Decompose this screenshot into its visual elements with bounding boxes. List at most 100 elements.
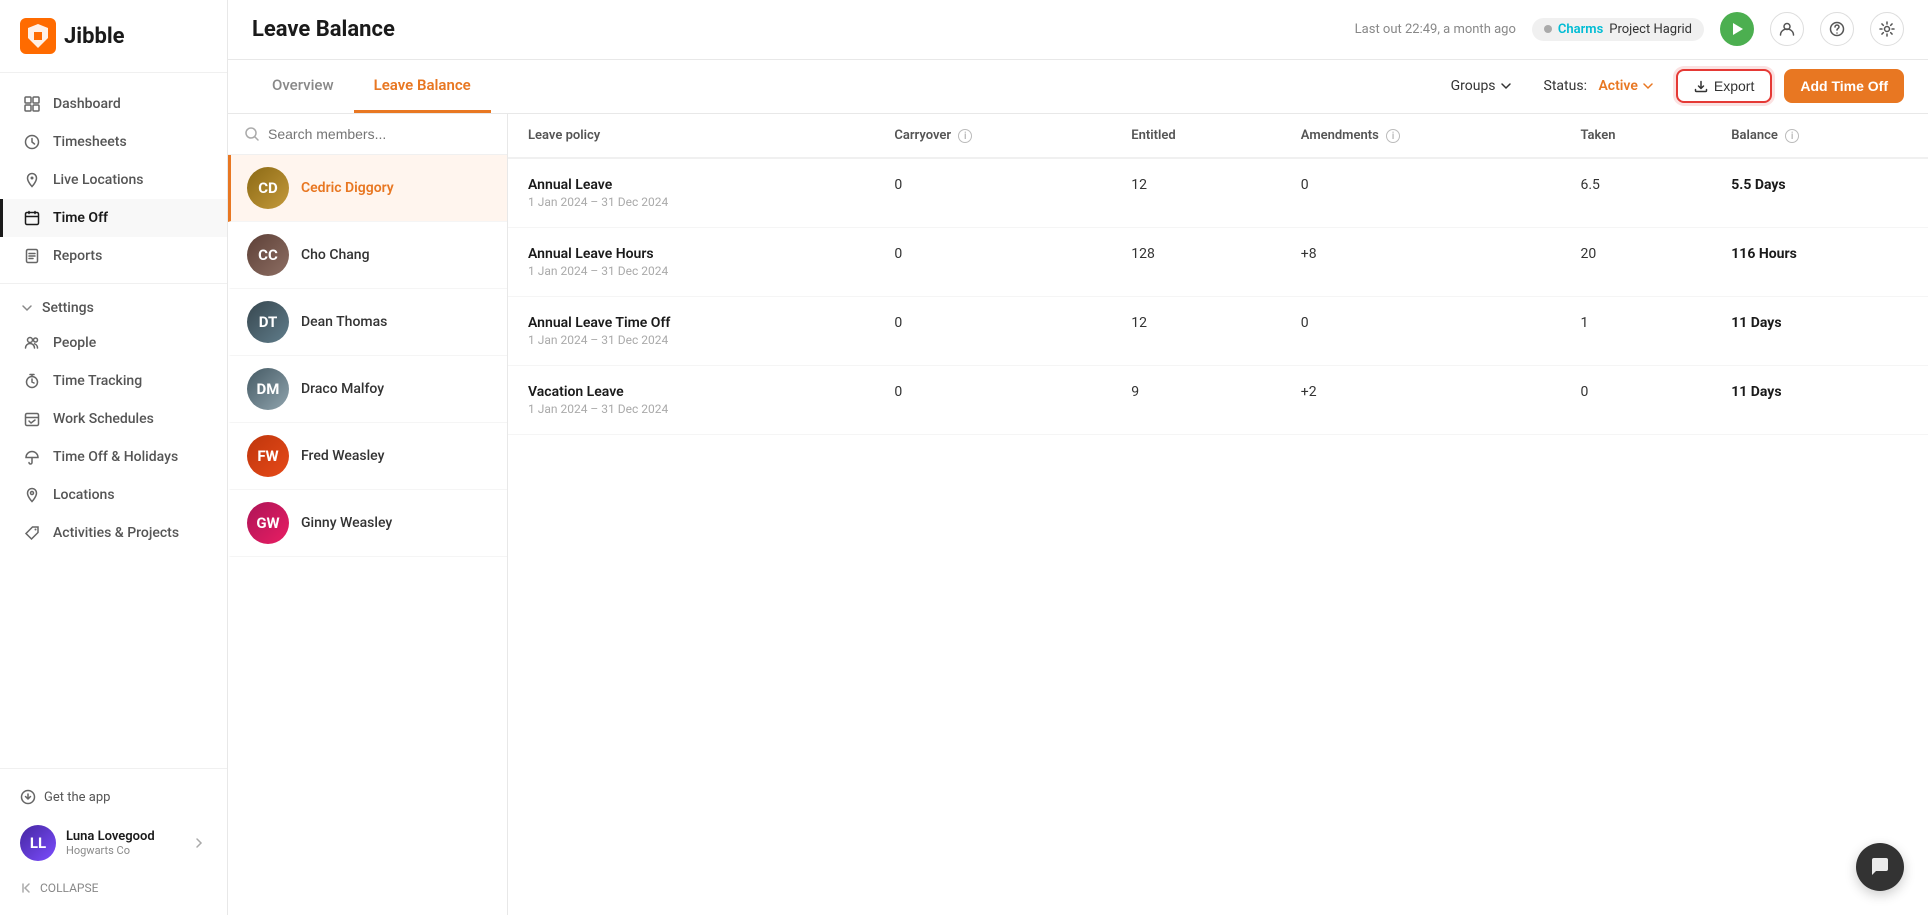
file-text-icon xyxy=(23,247,41,265)
collapse-button[interactable]: COLLAPSE xyxy=(16,873,211,903)
user-name: Luna Lovegood xyxy=(66,829,181,844)
member-avatar: CD xyxy=(247,167,289,209)
get-app-label: Get the app xyxy=(44,790,110,805)
tab-overview[interactable]: Overview xyxy=(252,60,354,113)
amendments-cell: +2 xyxy=(1281,366,1561,435)
tab-actions: Groups Status: Active Export Add Time Of… xyxy=(1441,69,1904,103)
sidebar-item-time-off-holidays[interactable]: Time Off & Holidays xyxy=(0,438,227,476)
policy-name: Vacation Leave xyxy=(528,384,854,400)
user-profile[interactable]: LL Luna Lovegood Hogwarts Co xyxy=(16,817,211,869)
add-time-off-button[interactable]: Add Time Off xyxy=(1784,69,1904,103)
balance-value: 5.5 Days xyxy=(1731,177,1785,193)
sidebar-item-activities-projects[interactable]: Activities & Projects xyxy=(0,514,227,552)
sidebar-item-locations[interactable]: Locations xyxy=(0,476,227,514)
amendments-info-icon[interactable]: i xyxy=(1386,129,1400,143)
member-item[interactable]: GW Ginny Weasley xyxy=(228,490,507,557)
member-avatar: DT xyxy=(247,301,289,343)
policy-date: 1 Jan 2024 – 31 Dec 2024 xyxy=(528,333,854,347)
leave-balance-table: Leave policy Carryover i Entitled Amendm… xyxy=(508,114,1928,436)
member-name: Fred Weasley xyxy=(301,448,384,464)
col-leave-policy: Leave policy xyxy=(508,114,874,159)
clock-icon xyxy=(23,133,41,151)
chevron-down-icon xyxy=(1500,80,1512,92)
member-name: Cho Chang xyxy=(301,247,370,263)
balance-cell: 11 Days xyxy=(1711,297,1928,366)
policy-date: 1 Jan 2024 – 31 Dec 2024 xyxy=(528,402,854,416)
groups-label: Groups xyxy=(1451,78,1496,94)
sidebar-bottom: Get the app LL Luna Lovegood Hogwarts Co… xyxy=(0,768,227,915)
amendments-cell: 0 xyxy=(1281,297,1561,366)
sidebar-item-people-label: People xyxy=(53,335,96,351)
sidebar-item-live-locations-label: Live Locations xyxy=(53,172,144,188)
calendar-check-icon xyxy=(23,410,41,428)
col-carryover: Carryover i xyxy=(874,114,1111,159)
timer-badge[interactable]: Charms Project Hagrid xyxy=(1532,18,1704,41)
get-app-btn[interactable]: Get the app xyxy=(16,781,211,813)
sidebar-item-people[interactable]: People xyxy=(0,324,227,362)
sidebar-item-work-schedules[interactable]: Work Schedules xyxy=(0,400,227,438)
sidebar-item-live-locations[interactable]: Live Locations xyxy=(0,161,227,199)
member-avatar: CC xyxy=(247,234,289,276)
play-button[interactable] xyxy=(1720,12,1754,46)
tab-leave-balance[interactable]: Leave Balance xyxy=(354,60,491,113)
sidebar-item-dashboard[interactable]: Dashboard xyxy=(0,85,227,123)
user-icon-button[interactable] xyxy=(1770,12,1804,46)
collapse-icon xyxy=(20,881,34,895)
chat-bubble-button[interactable] xyxy=(1856,843,1904,891)
sidebar-item-time-tracking[interactable]: Time Tracking xyxy=(0,362,227,400)
user-avatar: LL xyxy=(20,825,56,861)
policy-cell: Annual Leave Hours 1 Jan 2024 – 31 Dec 2… xyxy=(508,228,874,297)
sidebar-item-time-off-label: Time Off xyxy=(53,210,108,226)
user-info: Luna Lovegood Hogwarts Co xyxy=(66,829,181,857)
member-name: Cedric Diggory xyxy=(301,180,394,196)
entitled-cell: 9 xyxy=(1111,366,1281,435)
member-item[interactable]: CD Cedric Diggory xyxy=(228,155,507,222)
policy-cell: Annual Leave 1 Jan 2024 – 31 Dec 2024 xyxy=(508,158,874,228)
settings-collapse-btn[interactable]: Settings xyxy=(0,292,227,324)
user-company: Hogwarts Co xyxy=(66,844,181,857)
last-out-text: Last out 22:49, a month ago xyxy=(1355,22,1516,37)
member-name: Draco Malfoy xyxy=(301,381,384,397)
gear-icon xyxy=(1879,21,1895,37)
table-row: Vacation Leave 1 Jan 2024 – 31 Dec 2024 … xyxy=(508,366,1928,435)
policy-date: 1 Jan 2024 – 31 Dec 2024 xyxy=(528,195,854,209)
member-item[interactable]: CC Cho Chang xyxy=(228,222,507,289)
users-icon xyxy=(23,334,41,352)
sidebar-item-timesheets-label: Timesheets xyxy=(53,134,127,150)
policy-name: Annual Leave xyxy=(528,177,854,193)
balance-info-icon[interactable]: i xyxy=(1785,129,1799,143)
table-panel: Leave policy Carryover i Entitled Amendm… xyxy=(508,114,1928,915)
logo[interactable]: Jibble xyxy=(0,0,227,73)
sidebar-item-time-off[interactable]: Time Off xyxy=(0,199,227,237)
sidebar-nav: Dashboard Timesheets Live Locations Time… xyxy=(0,73,227,768)
carryover-info-icon[interactable]: i xyxy=(958,129,972,143)
nav-divider xyxy=(0,283,227,284)
policy-name: Annual Leave Time Off xyxy=(528,315,854,331)
member-item[interactable]: FW Fred Weasley xyxy=(228,423,507,490)
balance-cell: 11 Days xyxy=(1711,366,1928,435)
map-pin-icon xyxy=(23,171,41,189)
status-value: Active xyxy=(1598,78,1637,94)
help-icon-button[interactable] xyxy=(1820,12,1854,46)
tab-bar: Overview Leave Balance Groups Status: Ac… xyxy=(228,60,1928,114)
carryover-cell: 0 xyxy=(874,228,1111,297)
policy-date: 1 Jan 2024 – 31 Dec 2024 xyxy=(528,264,854,278)
policy-cell: Annual Leave Time Off 1 Jan 2024 – 31 De… xyxy=(508,297,874,366)
search-input[interactable] xyxy=(268,126,491,142)
status-chevron-down-icon xyxy=(1642,80,1654,92)
main-content: Leave Balance Last out 22:49, a month ag… xyxy=(228,0,1928,915)
export-button[interactable]: Export xyxy=(1676,69,1772,103)
location-icon xyxy=(23,486,41,504)
member-item[interactable]: DM Draco Malfoy xyxy=(228,356,507,423)
sidebar-item-work-schedules-label: Work Schedules xyxy=(53,411,154,427)
timer-project: Project Hagrid xyxy=(1609,22,1692,37)
member-item[interactable]: DT Dean Thomas xyxy=(228,289,507,356)
sidebar-item-time-off-holidays-label: Time Off & Holidays xyxy=(53,449,178,465)
groups-button[interactable]: Groups xyxy=(1441,72,1522,100)
status-filter[interactable]: Status: Active xyxy=(1534,72,1664,100)
sidebar-item-reports[interactable]: Reports xyxy=(0,237,227,275)
amendments-cell: 0 xyxy=(1281,158,1561,228)
member-name: Ginny Weasley xyxy=(301,515,392,531)
settings-icon-button[interactable] xyxy=(1870,12,1904,46)
sidebar-item-timesheets[interactable]: Timesheets xyxy=(0,123,227,161)
